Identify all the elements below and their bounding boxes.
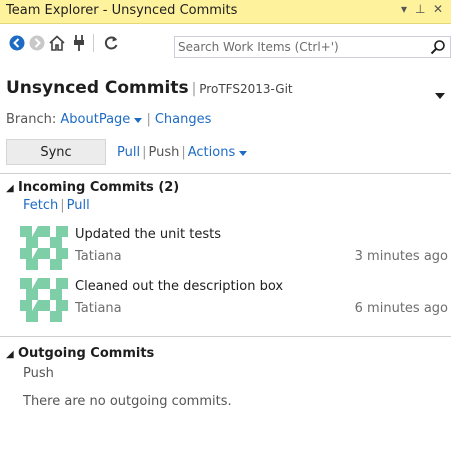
commit-message[interactable]: Cleaned out the description box [75,279,283,294]
refresh-icon[interactable] [100,32,122,54]
team-explorer-window: Team Explorer - Unsynced Commits ▾ ⊥ ✕ U… [0,0,451,456]
actions-menu[interactable]: Actions [188,145,248,160]
divider [0,336,451,337]
chevron-down-icon [239,151,248,156]
incoming-title: Incoming Commits (2) [18,180,180,195]
outgoing-title: Outgoing Commits [18,346,155,361]
separator: | [146,112,151,127]
separator: | [60,198,65,213]
commit-author: Tatiana [75,249,122,264]
branch-name: AboutPage [60,112,131,127]
branch-label: Branch: [6,112,57,127]
toolbar-separator [93,34,94,52]
separator: | [181,145,186,160]
commit-time: 3 minutes ago [354,249,448,264]
search-icon[interactable] [430,39,446,59]
pull-link[interactable]: Pull [117,145,140,160]
commit-message[interactable]: Updated the unit tests [75,227,221,242]
back-icon[interactable] [6,32,28,54]
outgoing-push-label: Push [23,366,54,381]
page-title: Unsynced Commits [6,78,189,98]
commit-author: Tatiana [75,301,122,316]
push-link: Push [148,145,180,160]
outgoing-section-header[interactable]: ◢ Outgoing Commits [6,346,154,361]
close-icon[interactable]: ✕ [433,2,443,16]
collapse-triangle-icon: ◢ [6,183,14,194]
window-title: Team Explorer - Unsynced Commits [6,3,238,18]
changes-link[interactable]: Changes [155,112,212,127]
chevron-down-icon [134,118,143,123]
incoming-links: Fetch | Pull [23,198,90,213]
home-icon[interactable] [46,32,68,54]
project-name: ProTFS2013-Git [199,82,293,96]
actions-label: Actions [187,145,236,160]
avatar [20,226,68,270]
actions-row: Pull | Push | Actions [117,145,248,160]
sync-button[interactable]: Sync [6,139,106,165]
outgoing-empty-message: There are no outgoing commits. [23,394,232,409]
connect-icon[interactable] [68,32,90,54]
fetch-link[interactable]: Fetch [23,198,58,213]
branch-row: Branch: AboutPage | Changes [6,112,211,127]
commit-item[interactable]: Cleaned out the description box Tatiana … [20,278,451,324]
collapse-triangle-icon: ◢ [6,349,14,360]
page-menu-icon[interactable] [435,84,445,103]
window-dropdown-icon[interactable]: ▾ [401,2,407,16]
incoming-section-header[interactable]: ◢ Incoming Commits (2) [6,180,179,195]
heading-separator: | [191,81,197,97]
incoming-pull-link[interactable]: Pull [67,198,90,213]
forward-icon[interactable] [26,32,48,54]
commit-item[interactable]: Updated the unit tests Tatiana 3 minutes… [20,226,451,272]
pin-icon[interactable]: ⊥ [415,2,425,16]
branch-selector[interactable]: AboutPage [60,112,143,127]
avatar [20,278,68,322]
search-box[interactable] [174,36,451,58]
divider [0,173,451,174]
page-heading: Unsynced Commits | ProTFS2013-Git [6,78,293,98]
title-bar: Team Explorer - Unsynced Commits ▾ ⊥ ✕ [0,0,451,24]
search-input[interactable] [178,38,413,56]
commit-time: 6 minutes ago [354,301,448,316]
separator: | [142,145,147,160]
